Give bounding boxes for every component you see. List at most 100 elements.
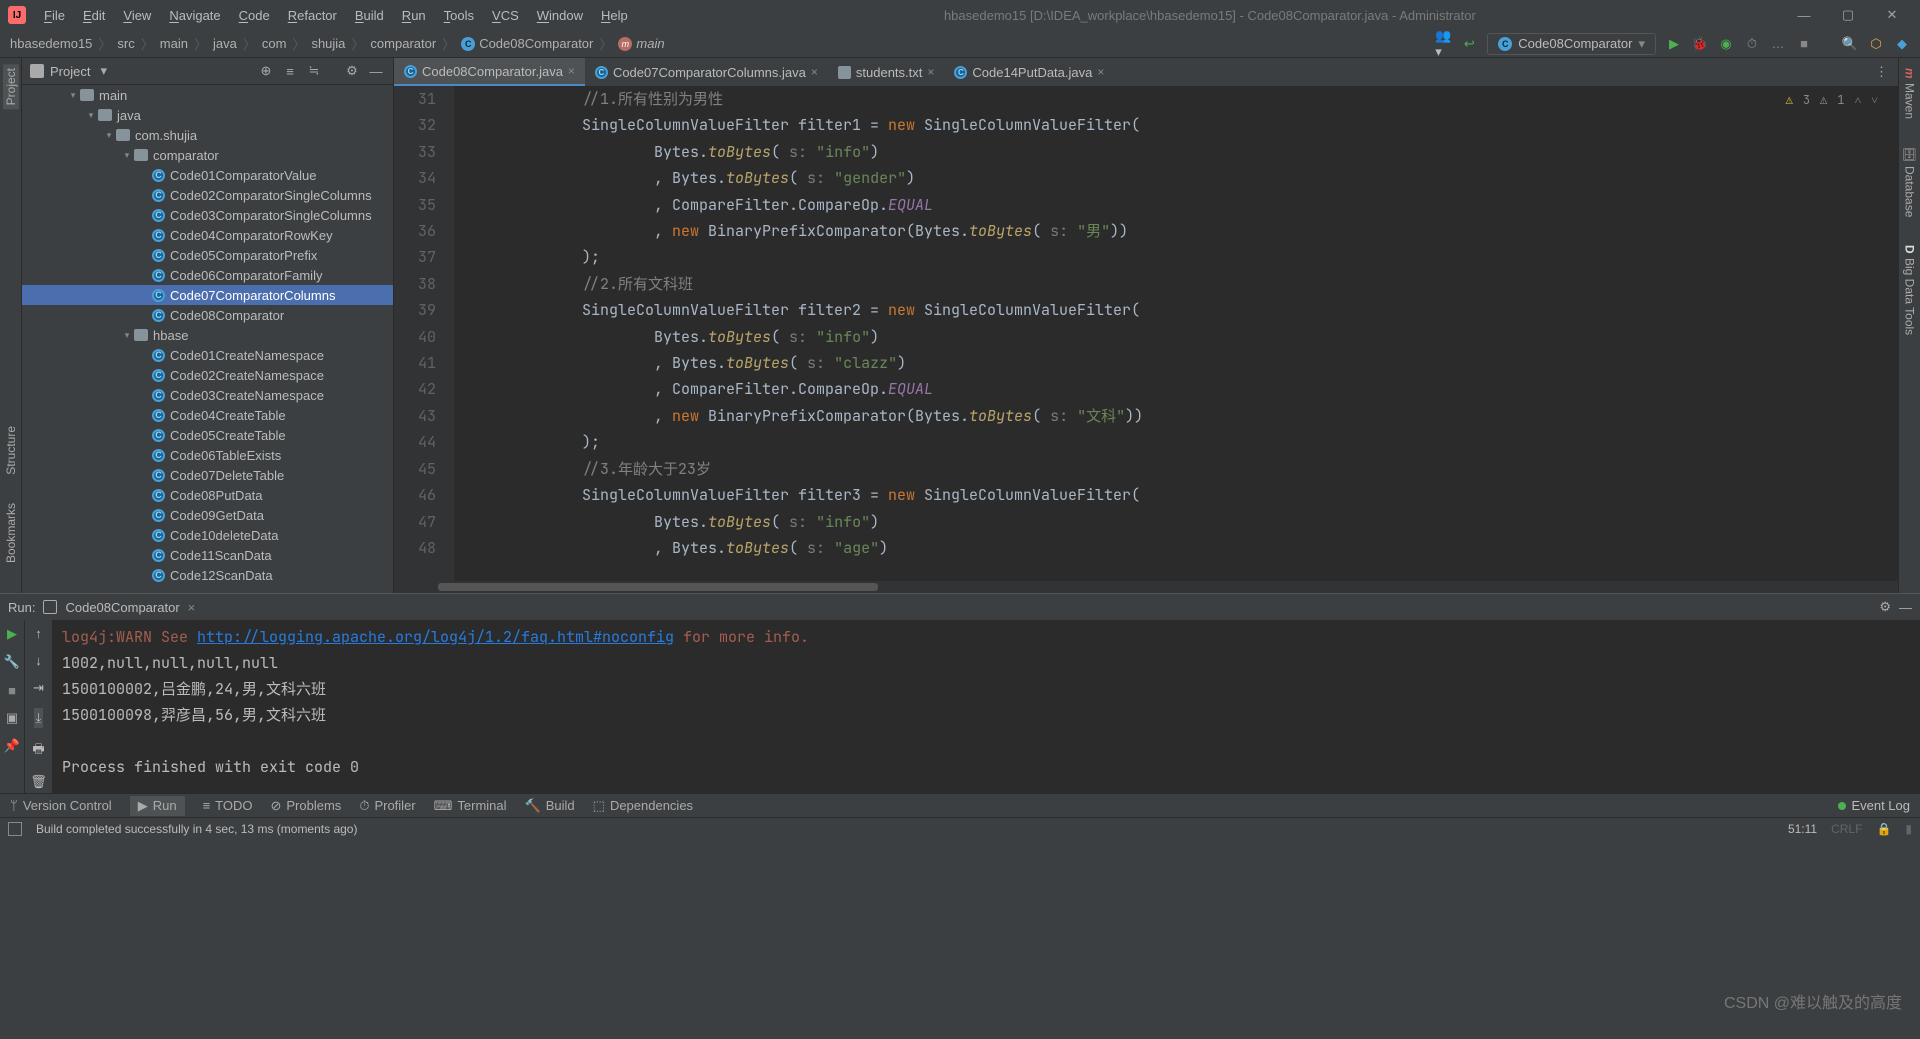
tool-window-terminal[interactable]: ⌨Terminal <box>434 798 507 814</box>
menu-vcs[interactable]: VCS <box>484 4 527 27</box>
tool-window-run[interactable]: ▶Run <box>130 796 185 816</box>
breadcrumb-item[interactable]: hbasedemo15 <box>10 36 92 51</box>
profile-icon[interactable]: ⏱ <box>1744 36 1760 52</box>
mem-indicator[interactable]: ▮ <box>1905 822 1912 836</box>
search-icon[interactable]: 🔍 <box>1842 36 1858 52</box>
pin-icon[interactable]: 📌 <box>4 738 20 754</box>
tree-node[interactable]: CCode01ComparatorValue <box>22 165 393 185</box>
tree-node[interactable]: CCode03CreateNamespace <box>22 385 393 405</box>
editor-tab[interactable]: CCode14PutData.java× <box>944 58 1114 86</box>
tree-node[interactable]: ▾java <box>22 105 393 125</box>
tree-node[interactable]: ▾main <box>22 85 393 105</box>
tree-node[interactable]: CCode08Comparator <box>22 305 393 325</box>
tree-node[interactable]: CCode09GetData <box>22 505 393 525</box>
soft-wrap-icon[interactable]: ⇥ <box>33 680 44 696</box>
tree-node[interactable]: CCode02CreateNamespace <box>22 365 393 385</box>
minimize-button[interactable]: — <box>1784 1 1824 29</box>
editor-tab[interactable]: CCode08Comparator.java× <box>394 58 585 86</box>
insp-down-icon[interactable]: ˅ <box>1871 92 1878 108</box>
event-log-button[interactable]: Event Log <box>1838 798 1910 813</box>
close-run-tab-icon[interactable]: × <box>188 600 196 615</box>
breadcrumb-item[interactable]: shujia <box>311 36 345 51</box>
run-settings-icon[interactable]: ⚙ <box>1879 599 1891 615</box>
tool-window-todo[interactable]: ≡TODO <box>203 798 253 813</box>
menu-build[interactable]: Build <box>347 4 392 27</box>
run-tab-label[interactable]: Code08Comparator <box>65 600 179 615</box>
tree-node[interactable]: CCode01CreateNamespace <box>22 345 393 365</box>
stop-icon[interactable]: ■ <box>1796 36 1812 52</box>
tree-node[interactable]: ▾com.shujia <box>22 125 393 145</box>
users-icon[interactable]: 👥▾ <box>1435 36 1451 52</box>
structure-tool-button[interactable]: Structure <box>3 422 19 479</box>
bookmarks-tool-button[interactable]: Bookmarks <box>3 499 19 567</box>
scroll-end-icon[interactable]: ⤓ <box>34 708 44 728</box>
tree-node[interactable]: CCode02ComparatorSingleColumns <box>22 185 393 205</box>
tree-node[interactable]: CCode08PutData <box>22 485 393 505</box>
tree-node[interactable]: CCode07DeleteTable <box>22 465 393 485</box>
database-tool-button[interactable]: 🗄 Database <box>1902 143 1918 222</box>
editor-tab[interactable]: students.txt× <box>828 58 945 86</box>
breadcrumb-item[interactable]: java <box>213 36 237 51</box>
hide-run-panel-icon[interactable]: — <box>1899 600 1912 615</box>
coverage-icon[interactable]: ◉ <box>1718 36 1734 52</box>
tree-node[interactable]: ▾hbase <box>22 325 393 345</box>
tree-node[interactable]: CCode05ComparatorPrefix <box>22 245 393 265</box>
menu-edit[interactable]: Edit <box>75 4 113 27</box>
layout-icon[interactable]: ▣ <box>4 710 20 726</box>
settings-sync-icon[interactable]: ◆ <box>1894 36 1910 52</box>
up-stack-icon[interactable]: ↑ <box>35 626 42 641</box>
tree-node[interactable]: CCode06TableExists <box>22 445 393 465</box>
maven-tool-button[interactable]: mMaven <box>1902 64 1918 123</box>
breadcrumb-class[interactable]: CCode08Comparator <box>461 36 593 51</box>
debug-icon[interactable]: 🐞 <box>1692 36 1708 52</box>
tree-node[interactable]: CCode07ComparatorColumns <box>22 285 393 305</box>
down-stack-icon[interactable]: ↓ <box>35 653 42 668</box>
menu-help[interactable]: Help <box>593 4 636 27</box>
tree-node[interactable]: CCode04ComparatorRowKey <box>22 225 393 245</box>
back-arrow-icon[interactable]: ↩ <box>1461 36 1477 52</box>
breadcrumb-item[interactable]: com <box>262 36 287 51</box>
expand-all-icon[interactable]: ≡ <box>281 62 299 80</box>
editor-horizontal-scrollbar[interactable] <box>394 581 1898 593</box>
tab-menu-icon[interactable]: ⋮ <box>1865 64 1898 80</box>
tool-windows-icon[interactable] <box>8 822 22 836</box>
tree-node[interactable]: CCode12ScanData <box>22 565 393 585</box>
close-button[interactable]: ✕ <box>1872 1 1912 29</box>
readonly-lock-icon[interactable]: 🔒 <box>1876 822 1891 836</box>
menu-view[interactable]: View <box>115 4 159 27</box>
caret-position[interactable]: 51:11 <box>1788 822 1817 836</box>
tool-window-version-control[interactable]: ᛘVersion Control <box>10 798 112 813</box>
close-tab-icon[interactable]: × <box>927 65 934 79</box>
menu-code[interactable]: Code <box>231 4 278 27</box>
tree-node[interactable]: CCode11ScanData <box>22 545 393 565</box>
print-icon[interactable]: 🖶 <box>32 740 44 762</box>
tool-window-build[interactable]: 🔨Build <box>525 798 575 814</box>
editor-tab[interactable]: CCode07ComparatorColumns.java× <box>585 58 828 86</box>
stop-process-icon[interactable]: ■ <box>4 682 20 698</box>
tree-node[interactable]: ▾comparator <box>22 145 393 165</box>
menu-window[interactable]: Window <box>529 4 591 27</box>
project-view-dropdown-icon[interactable]: ▾ <box>100 63 107 79</box>
run-console[interactable]: log4j:WARN See http://logging.apache.org… <box>52 620 1920 793</box>
menu-navigate[interactable]: Navigate <box>161 4 228 27</box>
settings-gear-icon[interactable]: ⚙ <box>343 62 361 80</box>
maximize-button[interactable]: ▢ <box>1828 1 1868 29</box>
menu-refactor[interactable]: Refactor <box>280 4 345 27</box>
run-configuration-selector[interactable]: C Code08Comparator ▾ <box>1487 33 1656 55</box>
breadcrumb-item[interactable]: comparator <box>370 36 436 51</box>
menu-file[interactable]: File <box>36 4 73 27</box>
close-tab-icon[interactable]: × <box>811 65 818 79</box>
collapse-all-icon[interactable]: ≒ <box>305 62 323 80</box>
editor-content[interactable]: //1.所有性别为男性 SingleColumnValueFilter filt… <box>454 86 1898 581</box>
tree-node[interactable]: CCode05CreateTable <box>22 425 393 445</box>
insp-up-icon[interactable]: ˄ <box>1854 92 1861 108</box>
project-tool-button[interactable]: Project <box>3 64 19 109</box>
tree-node[interactable]: CCode10deleteData <box>22 525 393 545</box>
tree-node[interactable]: CCode04CreateTable <box>22 405 393 425</box>
close-tab-icon[interactable]: × <box>568 64 575 78</box>
tool-window-profiler[interactable]: ⏱Profiler <box>359 798 415 814</box>
menu-run[interactable]: Run <box>394 4 434 27</box>
line-separator[interactable]: CRLF <box>1831 822 1862 836</box>
run-icon[interactable]: ▶ <box>1666 36 1682 52</box>
inspection-widget[interactable]: ⚠3 ⚠1 ˄ ˅ <box>1786 92 1878 108</box>
